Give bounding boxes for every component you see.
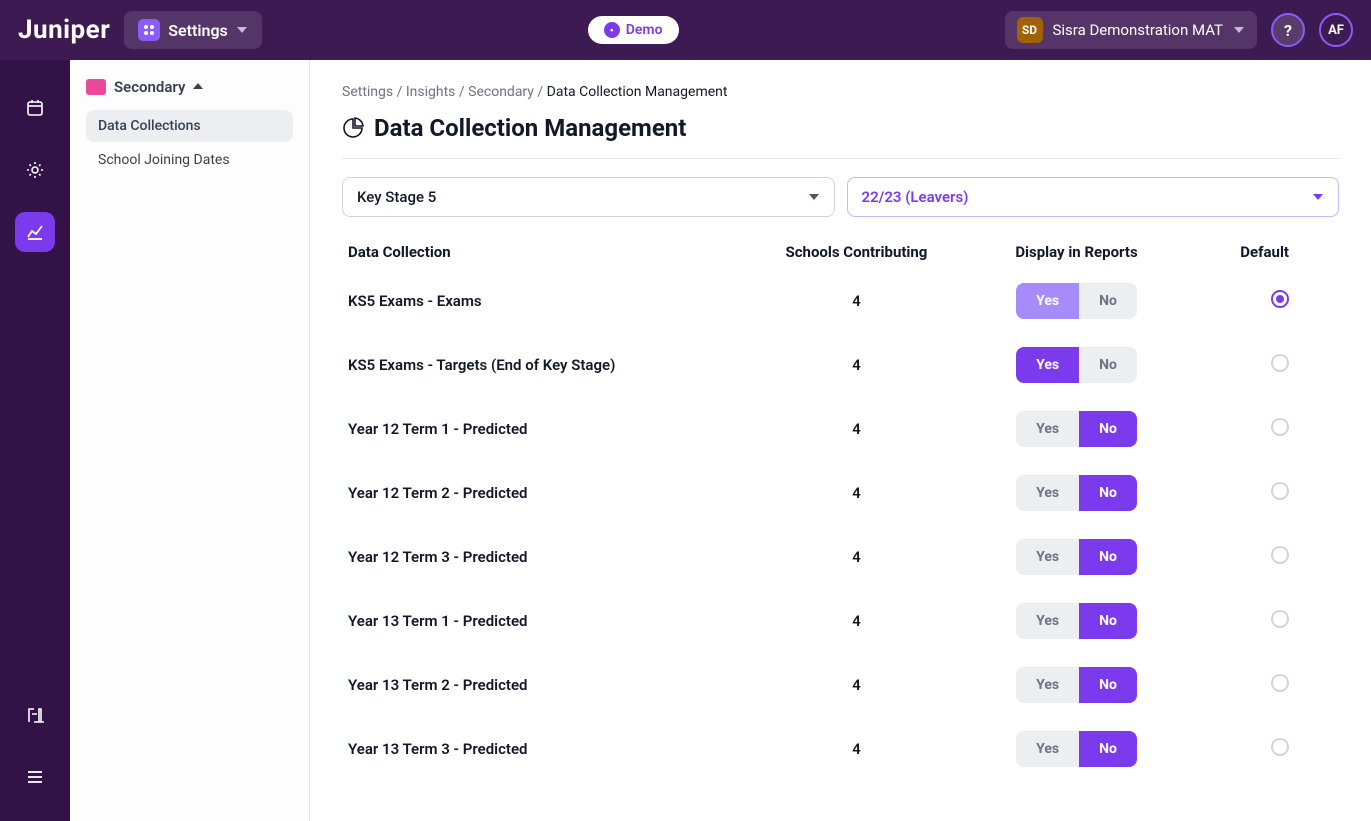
toggle-yes[interactable]: Yes (1016, 603, 1079, 639)
sidebar: Secondary Data CollectionsSchool Joining… (70, 60, 310, 821)
calendar-icon[interactable] (15, 88, 55, 128)
pie-chart-icon (342, 117, 364, 139)
row-name: Year 13 Term 2 - Predicted (342, 653, 739, 717)
crumb-settings[interactable]: Settings (342, 84, 393, 100)
sidebar-header-secondary[interactable]: Secondary (86, 78, 293, 96)
display-toggle[interactable]: YesNo (1016, 283, 1137, 319)
default-radio[interactable] (1271, 674, 1289, 692)
row-schools: 4 (739, 653, 974, 717)
display-toggle[interactable]: YesNo (1016, 411, 1137, 447)
toggle-yes[interactable]: Yes (1016, 667, 1079, 703)
col-default: Default (1179, 235, 1339, 269)
table-row: Year 12 Term 1 - Predicted4 YesNo (342, 397, 1339, 461)
toggle-yes[interactable]: Yes (1016, 731, 1079, 767)
row-schools: 4 (739, 333, 974, 397)
table-row: Year 13 Term 1 - Predicted4 YesNo (342, 589, 1339, 653)
toggle-no[interactable]: No (1079, 411, 1137, 447)
row-name: Year 13 Term 1 - Predicted (342, 589, 739, 653)
settings-dropdown[interactable]: Settings (124, 11, 262, 49)
row-schools: 4 (739, 269, 974, 333)
default-radio[interactable] (1271, 738, 1289, 756)
toggle-no[interactable]: No (1079, 731, 1137, 767)
row-schools: 4 (739, 461, 974, 525)
row-name: Year 12 Term 2 - Predicted (342, 461, 739, 525)
sidebar-item-1[interactable]: School Joining Dates (86, 144, 293, 176)
row-schools: 4 (739, 717, 974, 781)
nav-rail (0, 60, 70, 821)
row-name: KS5 Exams - Targets (End of Key Stage) (342, 333, 739, 397)
crumb-current: Data Collection Management (547, 84, 728, 100)
settings-label: Settings (168, 21, 228, 40)
filter-key-stage[interactable]: Key Stage 5 (342, 177, 835, 217)
table-row: Year 12 Term 3 - Predicted4 YesNo (342, 525, 1339, 589)
org-badge: SD (1017, 17, 1043, 43)
filter-cohort[interactable]: 22/23 (Leavers) (847, 177, 1340, 217)
row-name: Year 12 Term 1 - Predicted (342, 397, 739, 461)
default-radio[interactable] (1271, 290, 1289, 308)
table-row: KS5 Exams - Exams4 YesNo (342, 269, 1339, 333)
toggle-no[interactable]: No (1079, 603, 1137, 639)
row-name: Year 13 Term 3 - Predicted (342, 717, 739, 781)
table-row: Year 13 Term 3 - Predicted4 YesNo (342, 717, 1339, 781)
toggle-no[interactable]: No (1079, 283, 1137, 319)
help-button[interactable]: ? (1271, 13, 1305, 47)
page-title: Data Collection Management (342, 114, 1339, 159)
topbar: Juniper Settings • Demo SD Sisra Demonst… (0, 0, 1371, 60)
chevron-down-icon (808, 192, 820, 202)
avatar[interactable]: AF (1319, 13, 1353, 47)
chevron-down-icon (236, 25, 248, 35)
table-row: Year 12 Term 2 - Predicted4 YesNo (342, 461, 1339, 525)
org-switcher[interactable]: SD Sisra Demonstration MAT (1005, 11, 1258, 49)
row-schools: 4 (739, 397, 974, 461)
toggle-no[interactable]: No (1079, 539, 1137, 575)
settings-icon (138, 19, 160, 41)
display-toggle[interactable]: YesNo (1016, 667, 1137, 703)
toggle-no[interactable]: No (1079, 667, 1137, 703)
col-data-collection: Data Collection (342, 235, 739, 269)
row-schools: 4 (739, 525, 974, 589)
school-icon (86, 79, 106, 95)
demo-icon: • (604, 22, 620, 38)
display-toggle[interactable]: YesNo (1016, 731, 1137, 767)
toggle-yes[interactable]: Yes (1016, 411, 1079, 447)
default-radio[interactable] (1271, 418, 1289, 436)
toggle-yes[interactable]: Yes (1016, 347, 1079, 383)
breadcrumb: Settings / Insights / Secondary / Data C… (342, 84, 1339, 100)
gear-icon[interactable] (15, 150, 55, 190)
row-name: Year 12 Term 3 - Predicted (342, 525, 739, 589)
display-toggle[interactable]: YesNo (1016, 475, 1137, 511)
crumb-secondary[interactable]: Secondary (468, 84, 534, 100)
display-toggle[interactable]: YesNo (1016, 347, 1137, 383)
demo-button[interactable]: • Demo (588, 16, 679, 44)
org-name: Sisra Demonstration MAT (1053, 21, 1224, 39)
toggle-no[interactable]: No (1079, 347, 1137, 383)
col-display: Display in Reports (974, 235, 1179, 269)
default-radio[interactable] (1271, 610, 1289, 628)
toggle-no[interactable]: No (1079, 475, 1137, 511)
toggle-yes[interactable]: Yes (1016, 283, 1079, 319)
data-collection-table: Data Collection Schools Contributing Dis… (342, 235, 1339, 781)
table-row: Year 13 Term 2 - Predicted4 YesNo (342, 653, 1339, 717)
crumb-insights[interactable]: Insights (406, 84, 456, 100)
chart-icon[interactable] (15, 212, 55, 252)
table-row: KS5 Exams - Targets (End of Key Stage)4 Y… (342, 333, 1339, 397)
menu-icon[interactable] (15, 757, 55, 797)
toggle-yes[interactable]: Yes (1016, 539, 1079, 575)
chevron-down-icon (1312, 192, 1324, 202)
chevron-down-icon (1233, 25, 1245, 35)
display-toggle[interactable]: YesNo (1016, 603, 1137, 639)
chevron-up-icon (193, 83, 203, 91)
default-radio[interactable] (1271, 482, 1289, 500)
display-toggle[interactable]: YesNo (1016, 539, 1137, 575)
logout-icon[interactable] (15, 695, 55, 735)
default-radio[interactable] (1271, 546, 1289, 564)
toggle-yes[interactable]: Yes (1016, 475, 1079, 511)
sidebar-item-0[interactable]: Data Collections (86, 110, 293, 142)
brand-logo: Juniper (18, 15, 110, 45)
row-name: KS5 Exams - Exams (342, 269, 739, 333)
col-schools: Schools Contributing (739, 235, 974, 269)
row-schools: 4 (739, 589, 974, 653)
default-radio[interactable] (1271, 354, 1289, 372)
main-content: Settings / Insights / Secondary / Data C… (310, 60, 1371, 821)
